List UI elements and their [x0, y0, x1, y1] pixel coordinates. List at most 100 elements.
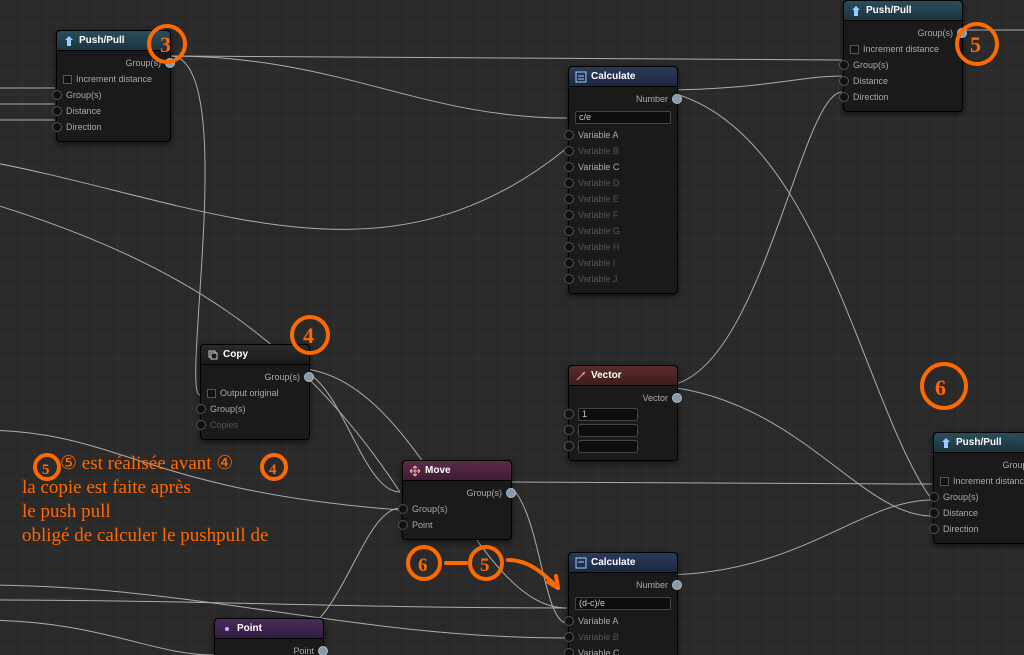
out-label: Vector — [642, 393, 668, 403]
node-header[interactable]: Push/Pull — [934, 433, 1024, 453]
input-port[interactable] — [839, 92, 849, 102]
in-label: Distance — [66, 106, 101, 116]
pushpull-icon — [63, 35, 75, 47]
input-port[interactable] — [564, 210, 574, 220]
input-port[interactable] — [564, 178, 574, 188]
vector-y-field[interactable] — [578, 424, 638, 437]
input-port[interactable] — [564, 258, 574, 268]
input-port[interactable] — [839, 76, 849, 86]
in-label: Increment distance — [953, 476, 1024, 486]
pushpull-icon — [940, 437, 952, 449]
in-label: Variable G — [578, 226, 620, 236]
checkbox[interactable] — [63, 75, 72, 84]
input-port[interactable] — [564, 130, 574, 140]
in-label: Point — [412, 520, 433, 530]
out-label: Group(s) — [917, 28, 953, 38]
in-label: Variable C — [578, 648, 619, 655]
in-label: Group(s) — [66, 90, 102, 100]
node-vector[interactable]: Vector Vector 1 — [568, 365, 678, 461]
node-header[interactable]: Push/Pull — [844, 1, 962, 21]
node-point[interactable]: Point Point Y — [214, 618, 324, 655]
output-port[interactable] — [672, 580, 682, 590]
node-title: Push/Pull — [866, 5, 912, 16]
in-label: Group(s) — [412, 504, 448, 514]
calculate-icon — [575, 71, 587, 83]
output-port[interactable] — [318, 646, 328, 655]
in-label: Variable H — [578, 242, 619, 252]
in-label: Variable B — [578, 632, 619, 642]
input-port[interactable] — [564, 648, 574, 655]
node-copy[interactable]: Copy Group(s) Output original Group(s) C… — [200, 344, 310, 440]
node-header[interactable]: Move — [403, 461, 511, 481]
input-port[interactable] — [929, 524, 939, 534]
in-label: Variable C — [578, 162, 619, 172]
input-port[interactable] — [564, 632, 574, 642]
input-port[interactable] — [564, 242, 574, 252]
calculate-icon — [575, 557, 587, 569]
point-icon — [221, 623, 233, 635]
output-port[interactable] — [672, 94, 682, 104]
node-title: Calculate — [591, 557, 635, 568]
in-label: Variable E — [578, 194, 619, 204]
node-pushpull-3[interactable]: Push/Pull Group(s) Increment distance Gr… — [933, 432, 1024, 544]
checkbox[interactable] — [207, 389, 216, 398]
vector-z-field[interactable] — [578, 440, 638, 453]
input-port[interactable] — [398, 504, 408, 514]
checkbox[interactable] — [850, 45, 859, 54]
input-port[interactable] — [564, 616, 574, 626]
in-label: Direction — [943, 524, 979, 534]
expression-field[interactable]: (d-c)/e — [575, 597, 671, 610]
node-header[interactable]: Point — [215, 619, 323, 639]
node-title: Vector — [591, 370, 622, 381]
node-move[interactable]: Move Group(s) Group(s) Point — [402, 460, 512, 540]
output-port[interactable] — [304, 372, 314, 382]
input-port[interactable] — [196, 404, 206, 414]
node-title: Push/Pull — [956, 437, 1002, 448]
input-port[interactable] — [564, 274, 574, 284]
vector-x-field[interactable]: 1 — [578, 408, 638, 421]
node-header[interactable]: Vector — [569, 366, 677, 386]
in-label: Variable I — [578, 258, 615, 268]
checkbox[interactable] — [940, 477, 949, 486]
out-label: Number — [636, 580, 668, 590]
node-header[interactable]: Push/Pull — [57, 31, 170, 51]
in-label: Direction — [66, 122, 102, 132]
node-pushpull-2[interactable]: Push/Pull Group(s) Increment distance Gr… — [843, 0, 963, 112]
input-port[interactable] — [564, 409, 574, 419]
out-label: Group(s) — [466, 488, 502, 498]
output-port[interactable] — [165, 58, 175, 68]
out-label: Group(s) — [264, 372, 300, 382]
input-port[interactable] — [564, 441, 574, 451]
node-pushpull-1[interactable]: Push/Pull Group(s) Increment distance Gr… — [56, 30, 171, 142]
node-header[interactable]: Copy — [201, 345, 309, 365]
node-title: Move — [425, 465, 451, 476]
expression-field[interactable]: c/e — [575, 111, 671, 124]
node-header[interactable]: Calculate — [569, 67, 677, 87]
node-title: Calculate — [591, 71, 635, 82]
input-port[interactable] — [196, 420, 206, 430]
in-label: Direction — [853, 92, 889, 102]
in-label: Group(s) — [210, 404, 246, 414]
input-port[interactable] — [564, 194, 574, 204]
in-label: Copies — [210, 420, 238, 430]
input-port[interactable] — [398, 520, 408, 530]
node-calculate-2[interactable]: Calculate Number (d-c)/e Variable A Vari… — [568, 552, 678, 655]
input-port[interactable] — [564, 226, 574, 236]
input-port[interactable] — [52, 122, 62, 132]
pushpull-icon — [850, 5, 862, 17]
node-calculate-1[interactable]: Calculate Number c/e Variable A Variable… — [568, 66, 678, 294]
out-label: Number — [636, 94, 668, 104]
output-port[interactable] — [957, 28, 967, 38]
input-port[interactable] — [929, 508, 939, 518]
node-header[interactable]: Calculate — [569, 553, 677, 573]
input-port[interactable] — [564, 162, 574, 172]
output-port[interactable] — [506, 488, 516, 498]
input-port[interactable] — [52, 106, 62, 116]
output-port[interactable] — [672, 393, 682, 403]
input-port[interactable] — [52, 90, 62, 100]
input-port[interactable] — [564, 146, 574, 156]
input-port[interactable] — [564, 425, 574, 435]
in-label: Variable J — [578, 274, 617, 284]
input-port[interactable] — [839, 60, 849, 70]
input-port[interactable] — [929, 492, 939, 502]
